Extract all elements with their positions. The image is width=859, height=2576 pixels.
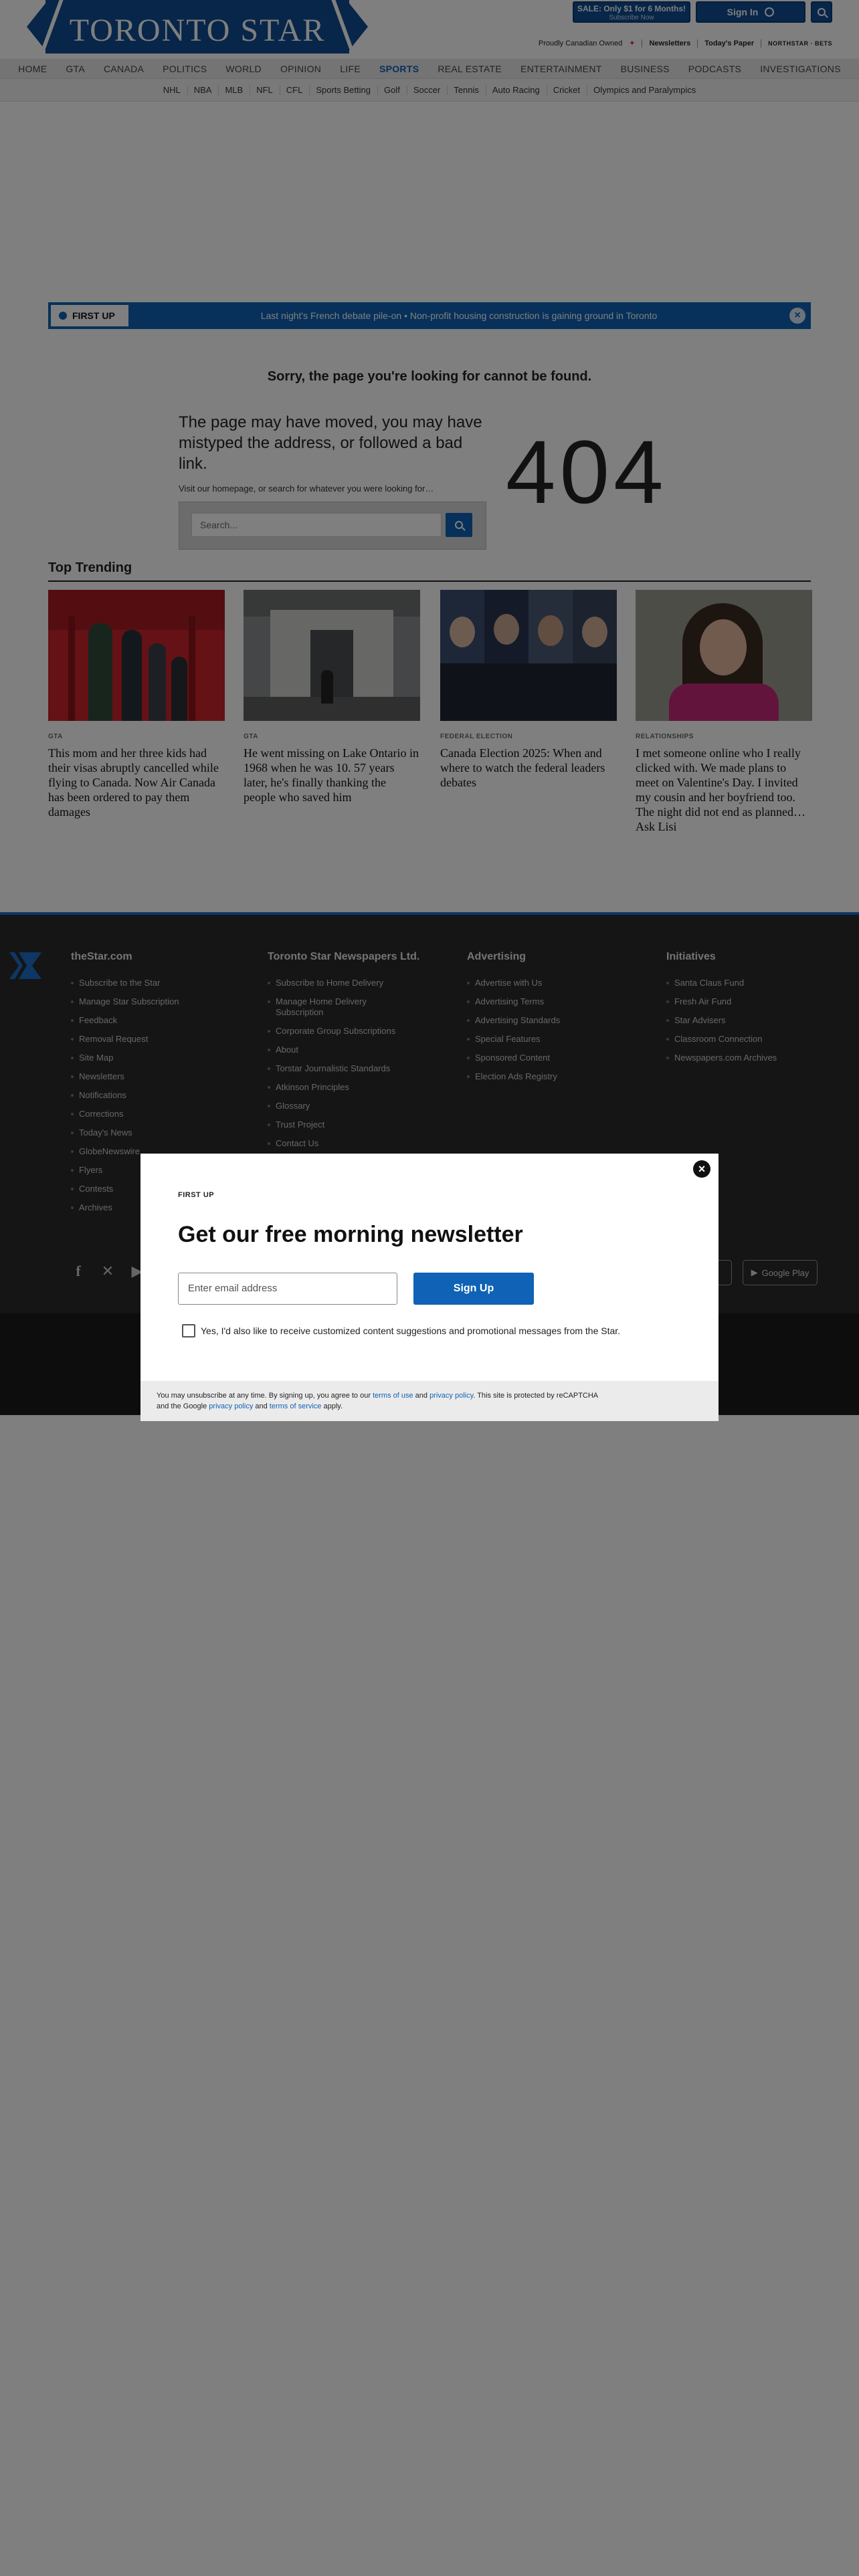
legal-notice: You may unsubscribe at any time. By sign… [140, 1381, 719, 1421]
consent-label[interactable]: Yes, I'd also like to receive customized… [201, 1325, 620, 1336]
email-input[interactable]: Enter email address [178, 1273, 397, 1305]
legal-text: . This site is protected by reCAPTCHA [473, 1392, 599, 1400]
terms-of-use-link[interactable]: terms of use [373, 1392, 413, 1400]
legal-text: apply. [321, 1402, 343, 1410]
modal-kicker: FIRST UP [178, 1191, 215, 1199]
google-privacy-link[interactable]: privacy policy [209, 1402, 253, 1410]
modal-title: Get our free morning newsletter [178, 1222, 523, 1247]
consent-checkbox[interactable] [182, 1324, 195, 1337]
legal-text: You may unsubscribe at any time. By sign… [157, 1392, 373, 1400]
close-icon[interactable]: × [693, 1160, 710, 1178]
sign-up-button[interactable]: Sign Up [413, 1273, 534, 1305]
legal-text: and the Google [157, 1402, 209, 1410]
legal-text: and [413, 1392, 430, 1400]
newsletter-modal: × FIRST UP Get our free morning newslett… [140, 1154, 719, 1421]
privacy-policy-link[interactable]: privacy policy [430, 1392, 473, 1400]
google-terms-link[interactable]: terms of service [270, 1402, 322, 1410]
legal-text: and [253, 1402, 270, 1410]
